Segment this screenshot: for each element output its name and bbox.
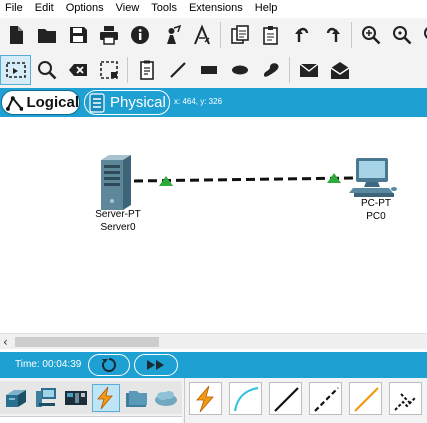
scroll-left-icon[interactable]: ‹ bbox=[3, 335, 8, 349]
draw-line-icon[interactable] bbox=[162, 55, 193, 85]
pc-type-label: PC-PT bbox=[361, 198, 391, 209]
tab-logical[interactable]: Logical bbox=[1, 90, 80, 115]
fast-forward-button[interactable] bbox=[134, 354, 178, 376]
realtime-bar: Time: 00:04:39 bbox=[0, 352, 427, 378]
end-devices-icon[interactable] bbox=[32, 384, 60, 412]
open-icon[interactable] bbox=[31, 20, 62, 50]
multiuser-icon[interactable] bbox=[152, 384, 180, 412]
workspace-tab-bar: Logical Physical x: 464, y: 326 bbox=[0, 88, 427, 117]
menu-file[interactable]: File bbox=[0, 0, 29, 17]
tools-toolbar bbox=[0, 52, 427, 88]
server-type-label: Server-PT bbox=[95, 209, 141, 220]
info-icon[interactable] bbox=[124, 20, 155, 50]
device-categories bbox=[0, 381, 182, 414]
tab-physical-label: Physical bbox=[110, 94, 166, 111]
add-complex-pdu-icon[interactable] bbox=[324, 55, 355, 85]
activity-wizard-icon[interactable] bbox=[186, 20, 217, 50]
tab-logical-label: Logical bbox=[26, 94, 79, 111]
server-name-label: Server0 bbox=[100, 222, 136, 233]
cursor-coordinates: x: 464, y: 326 bbox=[174, 97, 223, 106]
draw-rectangle-icon[interactable] bbox=[193, 55, 224, 85]
draw-ellipse-icon[interactable] bbox=[224, 55, 255, 85]
server-label: Server-PT Server0 bbox=[86, 208, 150, 234]
zoom-reset-icon[interactable] bbox=[386, 20, 417, 50]
menu-view[interactable]: View bbox=[110, 0, 146, 17]
new-icon[interactable] bbox=[0, 20, 31, 50]
menu-bar: File Edit Options View Tools Extensions … bbox=[0, 0, 427, 17]
menu-extensions[interactable]: Extensions bbox=[183, 0, 249, 17]
automatic-cable-icon[interactable] bbox=[189, 382, 222, 415]
connections-icon[interactable] bbox=[92, 384, 120, 412]
network-wizard-icon[interactable] bbox=[155, 20, 186, 50]
main-toolbar bbox=[0, 18, 427, 52]
power-cycle-button[interactable] bbox=[88, 354, 130, 376]
resize-icon[interactable] bbox=[93, 55, 124, 85]
fast-forward-icon bbox=[147, 360, 164, 370]
console-cable-icon[interactable] bbox=[229, 382, 262, 415]
note-icon[interactable] bbox=[131, 55, 162, 85]
zoom-in-icon[interactable] bbox=[355, 20, 386, 50]
toolbar-separator bbox=[351, 22, 352, 48]
phone-cable-icon[interactable] bbox=[389, 382, 422, 415]
network-devices-icon[interactable] bbox=[2, 384, 30, 412]
tab-physical[interactable]: Physical bbox=[84, 90, 170, 115]
scrollbar-thumb[interactable] bbox=[15, 337, 159, 347]
redo-icon[interactable] bbox=[317, 20, 348, 50]
straight-through-cable-icon[interactable] bbox=[269, 382, 302, 415]
logical-view-icon bbox=[6, 95, 24, 111]
delete-icon[interactable] bbox=[62, 55, 93, 85]
add-simple-pdu-icon[interactable] bbox=[293, 55, 324, 85]
fiber-cable-icon[interactable] bbox=[349, 382, 382, 415]
miscellaneous-icon[interactable] bbox=[122, 384, 150, 412]
menu-tools[interactable]: Tools bbox=[145, 0, 183, 17]
device-subtype-strip bbox=[0, 416, 182, 423]
device-type-panel bbox=[0, 378, 427, 423]
toolbar-separator bbox=[220, 22, 221, 48]
inspect-icon[interactable] bbox=[31, 55, 62, 85]
menu-options[interactable]: Options bbox=[60, 0, 110, 17]
pc-name-label: PC0 bbox=[366, 211, 386, 222]
horizontal-scrollbar[interactable]: ‹ bbox=[0, 333, 427, 349]
components-icon[interactable] bbox=[62, 384, 90, 412]
toolbar-separator bbox=[289, 57, 290, 83]
power-cycle-icon bbox=[102, 358, 116, 372]
zoom-out-icon[interactable] bbox=[417, 20, 427, 50]
toolbar-separator bbox=[127, 57, 128, 83]
draw-freeform-icon[interactable] bbox=[255, 55, 286, 85]
logical-workspace-canvas[interactable]: Server-PT Server0 PC-PT PC0 bbox=[0, 117, 427, 333]
menu-edit[interactable]: Edit bbox=[29, 0, 60, 17]
simulation-time: Time: 00:04:39 bbox=[15, 359, 82, 370]
copy-icon[interactable] bbox=[224, 20, 255, 50]
paste-icon[interactable] bbox=[255, 20, 286, 50]
physical-view-icon bbox=[89, 92, 105, 113]
pc-label: PC-PT PC0 bbox=[350, 197, 402, 223]
crossover-cable-icon[interactable] bbox=[309, 382, 342, 415]
select-icon[interactable] bbox=[0, 55, 31, 85]
menu-help[interactable]: Help bbox=[249, 0, 284, 17]
server-icon[interactable] bbox=[101, 155, 131, 210]
undo-icon[interactable] bbox=[286, 20, 317, 50]
pc-icon[interactable] bbox=[349, 158, 397, 197]
print-icon[interactable] bbox=[93, 20, 124, 50]
save-icon[interactable] bbox=[62, 20, 93, 50]
